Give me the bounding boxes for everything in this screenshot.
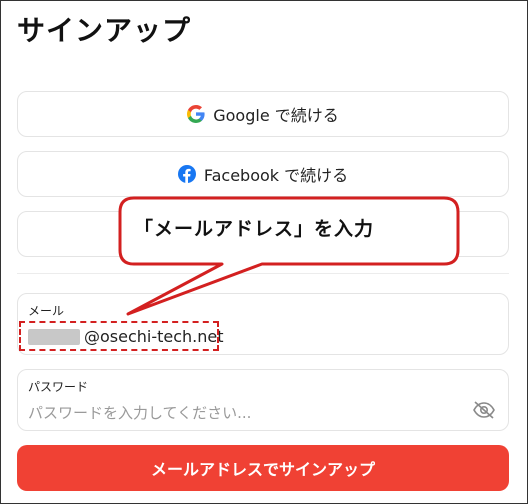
password-placeholder: パスワードを入力してください... [28,404,252,422]
facebook-icon [177,165,196,183]
email-highlight [19,321,219,351]
email-label: メール [28,304,65,318]
google-signin-button[interactable]: Google で続ける [17,91,509,137]
page-title: サインアップ [17,14,192,47]
divider [17,273,509,274]
email-signup-button[interactable]: メールアドレスでサインアップ [17,445,509,491]
eye-off-icon[interactable] [472,400,496,420]
callout-text: 「メールアドレス」を入力 [134,218,375,240]
facebook-button-label: Facebook で続ける [203,166,349,185]
password-label: パスワード [28,380,89,394]
password-field[interactable]: パスワード パスワードを入力してください... [17,369,509,431]
signup-panel: サインアップ Google で続ける Facebook で続ける メール @os… [0,0,528,504]
facebook-signin-button[interactable]: Facebook で続ける [17,151,509,197]
google-button-label: Google で続ける [213,106,339,125]
google-icon [187,105,205,123]
